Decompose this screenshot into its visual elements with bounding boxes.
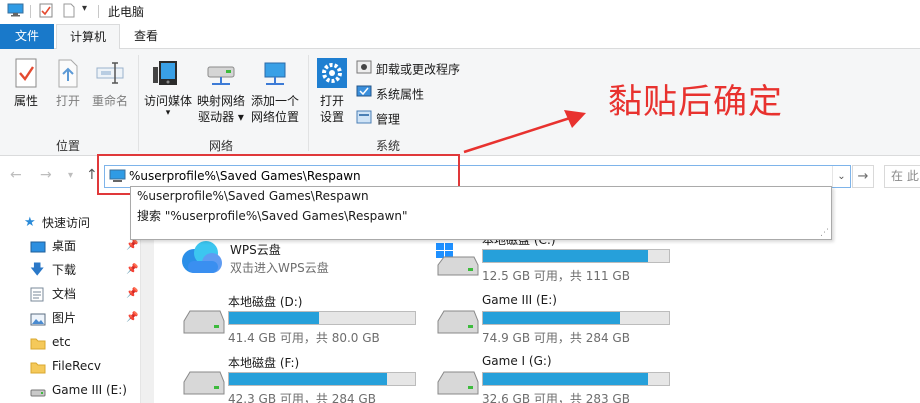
rename-button[interactable]: 重命名 xyxy=(88,57,132,109)
back-arrow-icon[interactable]: ← xyxy=(10,167,22,183)
recent-chevron-icon[interactable]: ▾ xyxy=(68,170,73,181)
hard-drive-icon xyxy=(434,368,480,401)
system-properties-icon xyxy=(356,84,372,106)
go-button[interactable]: → xyxy=(852,165,874,188)
address-suggestions-dropdown: %userprofile%\Saved Games\Respawn 搜索 "%u… xyxy=(130,186,832,240)
annotation-text: 黏贴后确定 xyxy=(608,82,783,122)
tab-view[interactable]: 查看 xyxy=(120,24,172,49)
desktop-icon xyxy=(30,239,46,261)
star-icon: ★ xyxy=(24,215,36,230)
drive-tile-wps[interactable]: WPS云盘 双击进入WPS云盘 xyxy=(176,239,426,297)
drive-icon xyxy=(30,383,46,403)
pin-icon[interactable]: 📌 xyxy=(126,288,138,299)
pin-icon[interactable]: 📌 xyxy=(126,264,138,275)
capacity-bar xyxy=(228,372,416,386)
forward-arrow-icon[interactable]: → xyxy=(40,167,52,183)
group-label-location: 位置 xyxy=(55,139,80,153)
drive-tile-f[interactable]: 本地磁盘 (F:) 42.3 GB 可用，共 284 GB xyxy=(176,354,426,403)
windows-drive-icon xyxy=(434,243,480,280)
gear-icon xyxy=(317,58,347,88)
download-icon: 🡇 xyxy=(30,262,45,278)
hard-drive-icon xyxy=(434,307,480,340)
group-label-system: 系统 xyxy=(375,139,400,153)
folder-icon xyxy=(30,335,46,357)
computer-icon xyxy=(7,3,24,20)
drive-tile-g[interactable]: Game I (G:) 32.6 GB 可用，共 283 GB xyxy=(430,354,680,403)
picture-icon xyxy=(30,311,46,333)
folder-icon xyxy=(30,359,46,381)
window-title: 此电脑 xyxy=(108,5,145,19)
open-settings-button[interactable]: 打开 设置 xyxy=(312,57,352,125)
rename-icon xyxy=(96,62,124,84)
document-icon xyxy=(30,287,44,309)
group-label-network: 网络 xyxy=(208,139,233,153)
add-network-location-button[interactable]: 添加一个 网络位置 xyxy=(248,57,302,125)
drive-tile-d[interactable]: 本地磁盘 (D:) 41.4 GB 可用，共 80.0 GB xyxy=(176,293,426,351)
suggestion-item[interactable]: 搜索 "%userprofile%\Saved Games\Respawn" xyxy=(137,207,408,224)
navigation-pane: ★ 快速访问 桌面 📌 🡇 下载 📌 文档 📌 图片 📌 etc FileRec… xyxy=(0,196,140,403)
tab-file[interactable]: 文件 xyxy=(0,24,54,49)
capacity-bar xyxy=(482,249,670,263)
pin-icon[interactable]: 📌 xyxy=(126,240,138,251)
properties-icon xyxy=(15,58,37,88)
capacity-bar xyxy=(482,372,670,386)
search-input[interactable]: 在 此 xyxy=(884,165,920,188)
hard-drive-icon xyxy=(180,307,226,340)
resize-grip-icon[interactable]: ⋰ xyxy=(820,228,829,238)
title-bar: ▾ 此电脑 xyxy=(0,0,920,22)
customize-toolbar-chevron-icon[interactable]: ▾ xyxy=(82,3,87,14)
uninstall-program-button[interactable]: 卸载或更改程序 xyxy=(356,59,460,79)
system-properties-button[interactable]: 系统属性 xyxy=(356,84,424,104)
capacity-bar xyxy=(482,311,670,325)
open-icon xyxy=(58,59,78,88)
map-network-drive-button[interactable]: 映射网络 驱动器 ▾ xyxy=(195,57,247,125)
network-drive-icon xyxy=(207,66,235,85)
suggestion-item[interactable]: %userprofile%\Saved Games\Respawn xyxy=(137,189,369,203)
properties-quick-icon[interactable] xyxy=(39,3,53,21)
open-button[interactable]: 打开 xyxy=(50,57,86,109)
annotation-arrow xyxy=(463,110,586,154)
drive-tile-c[interactable]: 本地磁盘 (C:) 12.5 GB 可用，共 111 GB xyxy=(430,233,680,291)
ribbon-tabs: 文件 计算机 查看 xyxy=(0,24,920,50)
media-icon xyxy=(153,61,177,85)
hard-drive-icon xyxy=(180,368,226,401)
drive-tile-e[interactable]: Game III (E:) 74.9 GB 可用，共 284 GB xyxy=(430,293,680,351)
capacity-bar xyxy=(228,311,416,325)
tab-computer[interactable]: 计算机 xyxy=(56,24,120,50)
address-dropdown-chevron-icon[interactable]: ⌄ xyxy=(832,166,850,187)
properties-button[interactable]: 属性 xyxy=(8,57,44,109)
manage-icon xyxy=(356,109,372,131)
cloud-icon xyxy=(178,239,224,278)
up-arrow-icon[interactable]: ↑ xyxy=(86,167,98,183)
manage-button[interactable]: 管理 xyxy=(356,109,400,129)
network-location-icon xyxy=(264,62,286,85)
new-folder-quick-icon[interactable] xyxy=(62,3,76,21)
pin-icon[interactable]: 📌 xyxy=(126,312,138,323)
access-media-button[interactable]: 访问媒体 ▾ xyxy=(143,57,193,118)
uninstall-icon xyxy=(356,59,372,81)
